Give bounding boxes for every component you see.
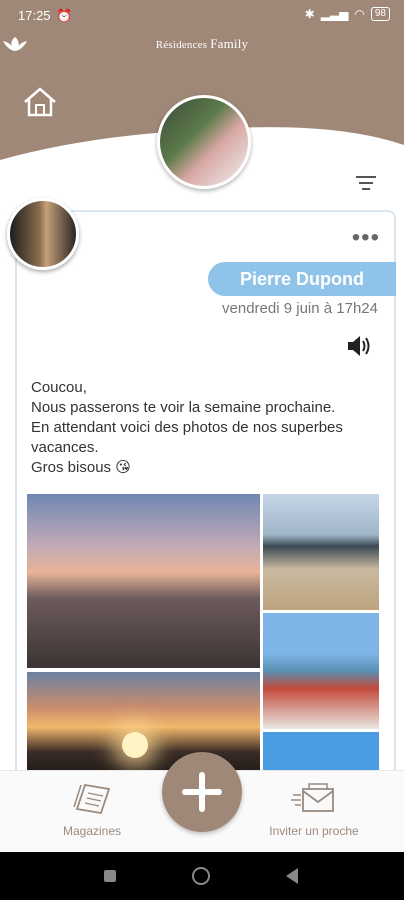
brand: Résidences Family: [0, 36, 404, 52]
filter-icon[interactable]: [356, 176, 376, 195]
post-date: vendredi 9 juin à 17h24: [222, 300, 378, 317]
more-dots-icon[interactable]: •••: [352, 224, 380, 252]
battery-icon: 98: [370, 7, 390, 21]
photo-terrace-family[interactable]: [263, 613, 379, 729]
nav-magazines[interactable]: Magazines: [50, 781, 134, 838]
home-circle-icon[interactable]: [192, 867, 210, 885]
invite-label: Inviter un proche: [269, 824, 359, 838]
post-message: Coucou, Nous passerons te voir la semain…: [31, 379, 343, 476]
resident-avatar[interactable]: [157, 95, 251, 189]
status-bar: 17:25 ⏰ ✱ ▂▃▅ ◠ 98: [0, 0, 404, 32]
system-nav-bar: [0, 852, 404, 900]
brand-name: Résidences Family: [155, 36, 249, 51]
status-time: 17:25: [18, 8, 51, 23]
nav-invite[interactable]: Inviter un proche: [258, 781, 370, 838]
magazines-label: Magazines: [62, 824, 122, 838]
home-icon[interactable]: [22, 86, 58, 123]
status-icons: ✱ ▂▃▅ ◠ 98: [305, 7, 390, 21]
recent-apps-icon[interactable]: [104, 870, 116, 882]
back-icon[interactable]: [286, 868, 298, 884]
envelope-icon: [291, 783, 334, 812]
photo-sky[interactable]: [263, 732, 379, 774]
sender-name: Pierre Dupond: [208, 262, 396, 296]
plus-icon: [182, 772, 222, 812]
sender-avatar[interactable]: [7, 198, 79, 270]
wifi-icon: ◠: [354, 7, 365, 21]
bluetooth-icon: ✱: [304, 7, 315, 21]
alarm-icon: ⏰: [56, 8, 73, 23]
photo-sunset-beach[interactable]: [27, 494, 260, 668]
magazine-icon: [73, 783, 111, 815]
photo-sunset[interactable]: [27, 672, 260, 772]
signal-icon: ▂▃▅: [320, 7, 349, 21]
lotus-logo-icon: [3, 37, 27, 51]
add-post-button[interactable]: [162, 752, 242, 832]
photo-beach-dog[interactable]: [263, 494, 379, 610]
speaker-icon[interactable]: [346, 334, 372, 363]
